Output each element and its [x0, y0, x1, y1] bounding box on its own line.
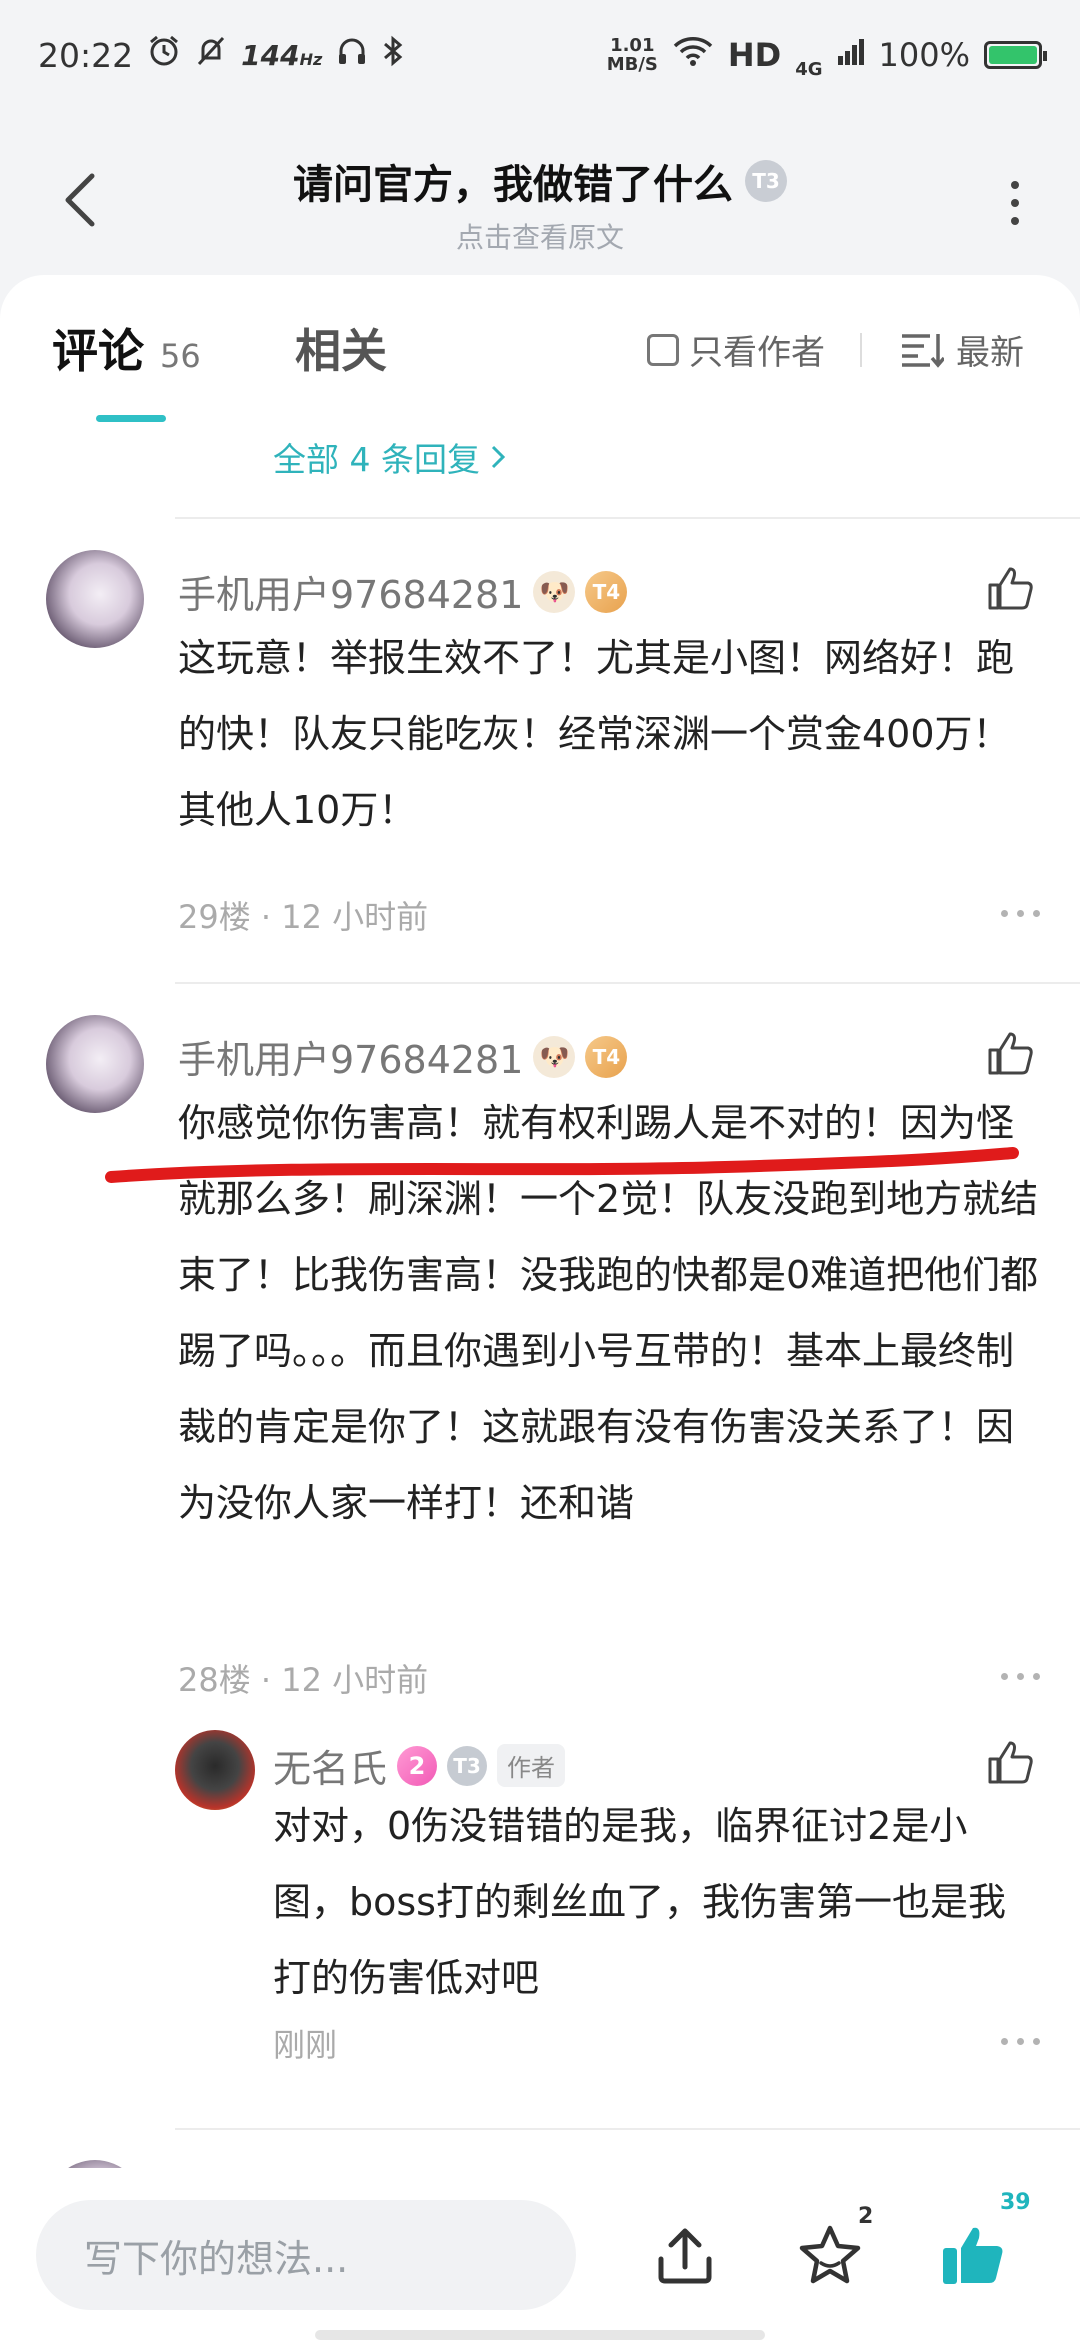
chevron-right-icon — [491, 445, 506, 469]
divider — [175, 982, 1080, 984]
headphones-icon — [336, 35, 368, 75]
grey-level-badge: T3 — [447, 1745, 488, 1786]
floor-time: 28楼 · 12 小时前 — [178, 1661, 429, 1699]
hd-indicator: HD — [727, 36, 782, 74]
reply-time: 刚刚 — [273, 2026, 338, 2064]
all-replies-label: 全部 4 条回复 — [273, 440, 480, 479]
view-original-link[interactable]: 点击查看原文 — [0, 216, 1080, 256]
dot-icon — [1017, 1673, 1024, 1680]
sort-button[interactable]: 最新 — [900, 325, 1024, 374]
tab-comments-label: 评论 — [52, 324, 144, 378]
reply-more-button[interactable] — [1001, 2038, 1040, 2045]
dot-icon — [1033, 910, 1040, 917]
thumbs-up-icon — [988, 1032, 1033, 1075]
battery-percent: 100% — [878, 36, 970, 74]
status-right: 1.01 MB/S HD 4G 100% — [606, 31, 1047, 80]
comment-more-button[interactable] — [1001, 1673, 1040, 1680]
divider — [175, 517, 1080, 519]
dot-icon — [1033, 2038, 1040, 2045]
thumbs-up-icon — [988, 567, 1033, 610]
star-icon — [799, 2225, 861, 2284]
tab-related[interactable]: 相关 — [295, 315, 387, 381]
refresh-rate: 144Hz — [241, 38, 323, 72]
mascot-badge-icon: 🐶 — [533, 570, 576, 613]
post-title: 请问官方，我做错了什么 — [293, 162, 733, 208]
thumbs-up-icon — [988, 1741, 1033, 1784]
level-badge: T4 — [585, 570, 628, 613]
username-row: 手机用户97684281 🐶 T4 — [178, 564, 628, 619]
comment-input[interactable]: 写下你的想法... — [36, 2200, 576, 2310]
status-bar: 20:22 144Hz 1.01 MB/S HD 4G 100% — [0, 0, 1080, 110]
tab-comments[interactable]: 评论 56 — [52, 315, 201, 381]
like-count: 39 — [1000, 2190, 1031, 2215]
comment-tabs: 评论 56 相关 只看作者 最新 — [0, 275, 1080, 425]
dot-icon — [1033, 1673, 1040, 1680]
sort-icon — [902, 333, 944, 368]
author-only-toggle[interactable]: 只看作者 — [647, 325, 825, 374]
comment-sheet: 评论 56 相关 只看作者 最新 全部 4 条回复 手机用户97684281 🐶… — [0, 275, 1080, 2170]
thumbs-up-filled-icon — [943, 2227, 1003, 2284]
dot-icon — [1011, 181, 1019, 189]
floor-time: 29楼 · 12 小时前 — [178, 898, 429, 936]
author-only-label: 只看作者 — [689, 333, 825, 373]
red-underline-annotation — [105, 1147, 1019, 1183]
like-button[interactable] — [982, 560, 1038, 616]
comment-more-button[interactable] — [1001, 910, 1040, 917]
status-left: 20:22 144Hz — [38, 34, 404, 76]
reply-avatar[interactable] — [175, 1730, 255, 1810]
avatar[interactable] — [46, 550, 144, 648]
home-indicator — [315, 2330, 765, 2340]
title-level-badge: T3 — [745, 160, 787, 202]
reply-username-row: 无名氏 2 T3 作者 — [273, 1738, 566, 1793]
net-speed: 1.01 MB/S — [606, 35, 658, 75]
bottom-action-bar: 写下你的想法... 2 39 — [0, 2168, 1080, 2340]
network-type: 4G — [795, 58, 823, 80]
checkbox-icon — [647, 333, 679, 366]
dot-icon — [1001, 910, 1008, 917]
divider — [860, 333, 862, 367]
dot-icon — [1017, 910, 1024, 917]
all-replies-link[interactable]: 全部 4 条回复 — [273, 433, 506, 481]
alarm-icon — [147, 34, 181, 76]
avatar[interactable] — [46, 1015, 144, 1113]
title-wrap[interactable]: 请问官方，我做错了什么 T3 点击查看原文 — [0, 152, 1080, 256]
title-row: 请问官方，我做错了什么 T3 — [293, 152, 787, 210]
author-tag: 作者 — [497, 1744, 566, 1787]
level-badge: T4 — [585, 1035, 628, 1078]
username[interactable]: 手机用户97684281 — [178, 564, 523, 619]
username[interactable]: 手机用户97684281 — [178, 1029, 523, 1084]
favorite-button[interactable] — [795, 2220, 865, 2290]
battery-icon — [984, 41, 1047, 69]
reply-username[interactable]: 无名氏 — [273, 1738, 387, 1793]
divider — [175, 2128, 1080, 2130]
comment-text: 这玩意！举报生效不了！尤其是小图！网络好！跑的快！队友只能吃灰！经常深渊一个赏金… — [178, 636, 1015, 832]
favorite-count: 2 — [858, 2204, 874, 2229]
bluetooth-icon — [382, 35, 404, 75]
username-row: 手机用户97684281 🐶 T4 — [178, 1029, 628, 1084]
more-options-button[interactable] — [990, 168, 1040, 238]
clock: 20:22 — [38, 35, 134, 75]
like-button[interactable] — [982, 1734, 1038, 1790]
share-icon — [658, 2228, 712, 2284]
dot-icon — [1017, 2038, 1024, 2045]
like-button[interactable] — [982, 1025, 1038, 1081]
like-post-button[interactable] — [938, 2220, 1008, 2290]
reply-text: 对对，0伤没错错的是我，临界征讨2是小图，boss打的剩丝血了，我伤害第一也是我… — [273, 1804, 1006, 2000]
pink-level-badge: 2 — [397, 1745, 438, 1786]
sort-label: 最新 — [956, 333, 1024, 373]
mute-bell-icon — [195, 34, 227, 76]
share-button[interactable] — [650, 2220, 720, 2290]
dot-icon — [1011, 199, 1019, 207]
comment-count: 56 — [160, 337, 201, 375]
wifi-icon — [672, 35, 714, 75]
dot-icon — [1001, 2038, 1008, 2045]
signal-icon — [837, 36, 865, 74]
mascot-badge-icon: 🐶 — [533, 1035, 576, 1078]
dot-icon — [1011, 217, 1019, 225]
dot-icon — [1001, 1673, 1008, 1680]
active-tab-indicator — [96, 415, 166, 422]
title-bar: 请问官方，我做错了什么 T3 点击查看原文 — [0, 110, 1080, 280]
